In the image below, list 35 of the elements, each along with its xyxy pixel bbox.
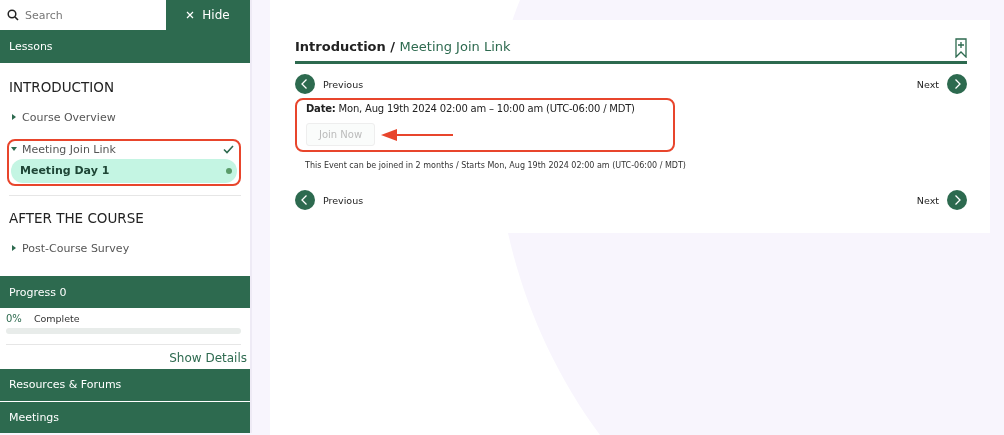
search-icon: [7, 9, 19, 22]
lesson-item[interactable]: Course Overview: [11, 108, 237, 127]
previous-button[interactable]: Previous: [295, 190, 364, 210]
event-note: This Event can be joined in 2 months / Starts Mon, Aug 19th 2024 02:00 am (UTC-06:00 / MDT): [305, 161, 687, 170]
section-title: AFTER THE COURSE: [9, 209, 145, 226]
chevron-right-icon: [947, 74, 967, 94]
panel-header[interactable]: Meetings: [0, 400, 250, 433]
chevron-left-icon: [295, 74, 315, 94]
bookmark-icon: [955, 38, 967, 58]
lesson-item[interactable]: Post-Course Survey: [11, 239, 237, 258]
breadcrumb: Introduction / Meeting Join Link: [295, 39, 511, 56]
caret-icon: [11, 146, 17, 153]
previous-button[interactable]: Previous: [295, 74, 364, 94]
progress-percent: 0%: [6, 313, 22, 325]
lesson-item[interactable]: Meeting Join Link: [11, 140, 237, 159]
bookmark-add-button[interactable]: [955, 38, 967, 58]
progress-header[interactable]: Progress 0: [0, 275, 250, 309]
sub-lesson-item[interactable]: Meeting Day 1: [11, 158, 237, 183]
chevron-left-icon: [295, 190, 315, 210]
caret-icon: [11, 114, 17, 121]
lessons-header[interactable]: Lessons: [0, 30, 250, 63]
caret-icon: [11, 245, 17, 252]
next-button[interactable]: Next: [916, 74, 967, 94]
show-details-link[interactable]: Show Details: [169, 351, 247, 366]
chevron-right-icon: [947, 190, 967, 210]
close-icon: [186, 11, 195, 20]
check-icon: [223, 144, 234, 154]
search-field[interactable]: Search: [23, 7, 153, 23]
panel-header[interactable]: Resources & Forums: [0, 368, 250, 401]
status-dot: [226, 167, 232, 174]
event-date: Date: Mon, Aug 19th 2024 02:00 am – 10:00 am (UTC-06:00 / MDT): [306, 103, 636, 114]
progress-label: Complete: [33, 313, 80, 325]
hide-button[interactable]: Hide: [166, 0, 250, 31]
next-button[interactable]: Next: [916, 190, 967, 210]
section-title: INTRODUCTION: [9, 78, 115, 95]
